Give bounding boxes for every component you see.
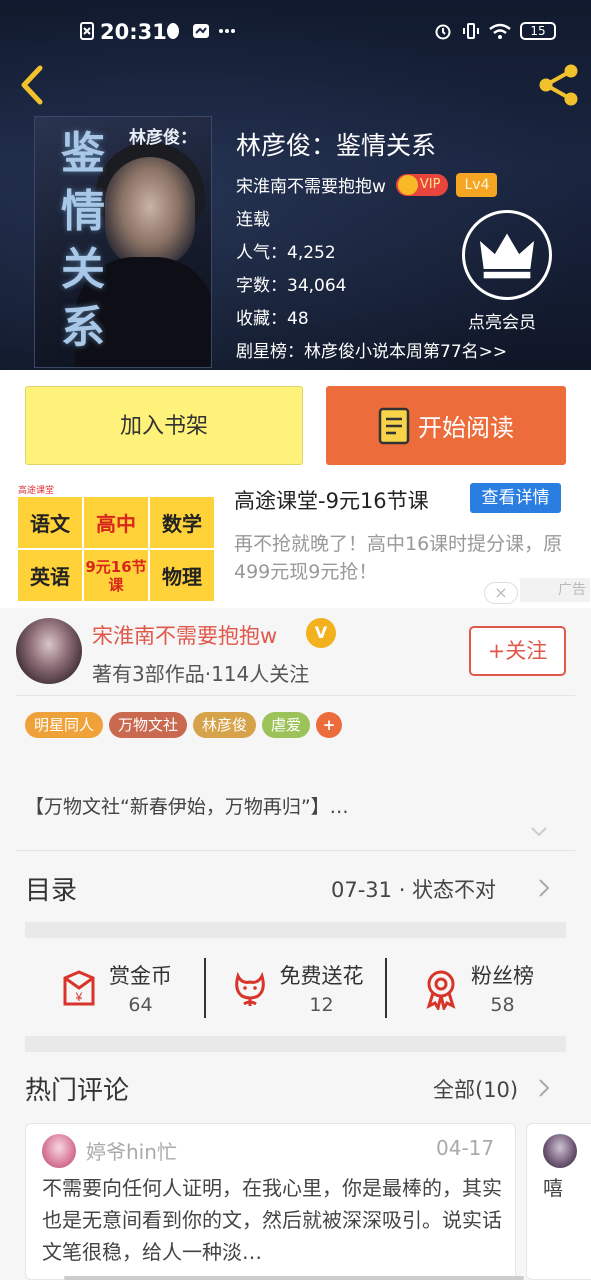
book-state: 连载 — [236, 210, 270, 230]
chevron-right-icon[interactable] — [538, 1078, 550, 1098]
ad-image[interactable]: 高途课堂 语文 高中 数学 英语 9元16节课 物理 — [18, 483, 214, 603]
ad-cell: 英语 — [18, 550, 82, 601]
verified-badge: V — [306, 618, 336, 648]
comment-text: 嘻 — [543, 1176, 563, 1200]
comment-card[interactable]: 嘻 — [526, 1123, 591, 1280]
section-divider — [25, 922, 566, 938]
tag[interactable]: 虐爱 — [262, 712, 311, 738]
book-popularity: 人气：4,252 — [236, 243, 336, 263]
commenter-avatar[interactable] — [543, 1134, 577, 1168]
ad-description[interactable]: 再不抢就晚了！高中16课时提分课，原499元现9元抢！ — [234, 530, 564, 586]
alarm-icon — [435, 24, 451, 40]
tag[interactable]: 林彦俊 — [193, 712, 257, 738]
chevron-down-icon[interactable] — [530, 826, 548, 838]
ad-cell: 语文 — [18, 497, 82, 548]
vibrate-icon — [463, 23, 479, 39]
more-dots-icon — [219, 29, 235, 33]
ad-cell: 高中 — [84, 497, 148, 548]
stat-value: 58 — [490, 994, 515, 1016]
all-comments-link[interactable]: 全部(10) — [433, 1074, 518, 1104]
medal-icon — [426, 970, 456, 1010]
hot-comments-title: 热门评论 — [25, 1076, 130, 1106]
support-stats: ¥ 赏金币 64 免费送花 12 粉丝榜 58 — [25, 948, 566, 1028]
book-words: 字数：34,064 — [236, 276, 347, 296]
book-header: 20:31 15 鉴情关系 林彦俊： 林彦俊：鉴情关系 宋淮南不需要抱抱w VI… — [0, 0, 591, 370]
start-reading-label: 开始阅读 — [418, 414, 514, 442]
member-label[interactable]: 点亮会员 — [468, 308, 536, 333]
vip-badge: VIP — [395, 173, 449, 196]
start-reading-button[interactable]: 开始阅读 — [326, 386, 566, 465]
ad-cell: 9元16节课 — [84, 550, 148, 601]
latest-chapter[interactable]: 07-31 · 状态不对 — [331, 874, 496, 904]
author-avatar[interactable] — [16, 618, 82, 684]
ad-details-button[interactable]: 查看详情 — [470, 483, 561, 513]
book-blurb[interactable]: 【万物文社“新春伊始，万物再归”】… — [25, 792, 349, 819]
author-name[interactable]: 宋淮南不需要抱抱w — [92, 620, 277, 650]
stat-value: 12 — [309, 994, 334, 1016]
comment-date: 04-17 — [436, 1136, 495, 1160]
svg-text:¥: ¥ — [75, 990, 83, 1004]
tag-list: 明星同人 万物文社 林彦俊 虐爱 + — [25, 712, 343, 738]
book-title: 林彦俊：鉴情关系 — [236, 131, 437, 160]
add-tag-button[interactable]: + — [316, 712, 343, 738]
stat-value: 64 — [128, 994, 153, 1016]
divider — [16, 695, 575, 696]
status-bar: 20:31 15 — [0, 0, 591, 60]
wifi-icon — [489, 23, 511, 39]
ad-close-icon[interactable]: × — [484, 582, 518, 604]
share-icon[interactable] — [536, 62, 582, 108]
catalog-title[interactable]: 目录 — [25, 870, 77, 907]
stat-label: 赏金币 — [109, 964, 172, 988]
book-icon — [378, 407, 410, 444]
book-ranking[interactable]: 剧星榜：林彦俊小说本周第77名>> — [236, 337, 507, 362]
back-arrow-icon[interactable] — [14, 62, 50, 108]
chevron-right-icon[interactable] — [538, 878, 550, 898]
ad-label: 广告 — [520, 578, 590, 602]
level-badge: Lv4 — [456, 172, 498, 197]
tag[interactable]: 万物文社 — [109, 712, 188, 738]
stat-label: 免费送花 — [279, 964, 364, 988]
notification-icon — [193, 24, 209, 38]
ad-cell: 物理 — [150, 550, 214, 601]
qq-icon — [167, 23, 179, 39]
ad-title[interactable]: 高途课堂-9元16节课 — [234, 485, 429, 515]
book-author-line: 宋淮南不需要抱抱w VIP Lv4 — [236, 172, 498, 197]
commenter-avatar[interactable] — [42, 1134, 76, 1168]
battery-icon: 15 — [520, 22, 556, 40]
crown-icon — [397, 174, 418, 195]
follow-button[interactable]: +关注 — [469, 626, 566, 676]
comment-text: 不需要向任何人证明，在我心里，你是最棒的，其实也是无意间看到你的文，然后就被深深… — [42, 1176, 502, 1264]
reward-coins[interactable]: ¥ 赏金币 64 — [25, 948, 204, 1028]
status-time: 20:31 — [100, 20, 167, 44]
free-flowers[interactable]: 免费送花 12 — [206, 948, 385, 1028]
member-crown-icon[interactable] — [462, 210, 552, 300]
red-envelope-icon: ¥ — [63, 970, 95, 1006]
book-cover[interactable]: 鉴情关系 林彦俊： — [34, 116, 212, 368]
ad-cell: 数学 — [150, 497, 214, 548]
book-author[interactable]: 宋淮南不需要抱抱w — [236, 172, 386, 197]
stat-label: 粉丝榜 — [471, 964, 534, 988]
book-favorites: 收藏：48 — [236, 309, 309, 329]
commenter-name[interactable]: 婷爷hin忙 — [86, 1136, 177, 1165]
flower-icon — [234, 971, 265, 1006]
author-stats: 著有3部作品·114人关注 — [92, 662, 310, 686]
fan-ranking[interactable]: 粉丝榜 58 — [387, 948, 566, 1028]
ad-brand: 高途课堂 — [18, 486, 55, 496]
sim-icon — [80, 22, 94, 40]
section-divider — [25, 1036, 566, 1052]
cover-title: 鉴情关系 — [61, 128, 105, 353]
divider — [16, 850, 575, 851]
comment-card[interactable]: 婷爷hin忙 04-17 不需要向任何人证明，在我心里，你是最棒的，其实也是无意… — [25, 1123, 516, 1280]
add-to-shelf-button[interactable]: 加入书架 — [25, 386, 303, 465]
tag[interactable]: 明星同人 — [25, 712, 104, 738]
cover-author: 林彦俊： — [129, 128, 197, 148]
scrollbar — [64, 1276, 524, 1280]
